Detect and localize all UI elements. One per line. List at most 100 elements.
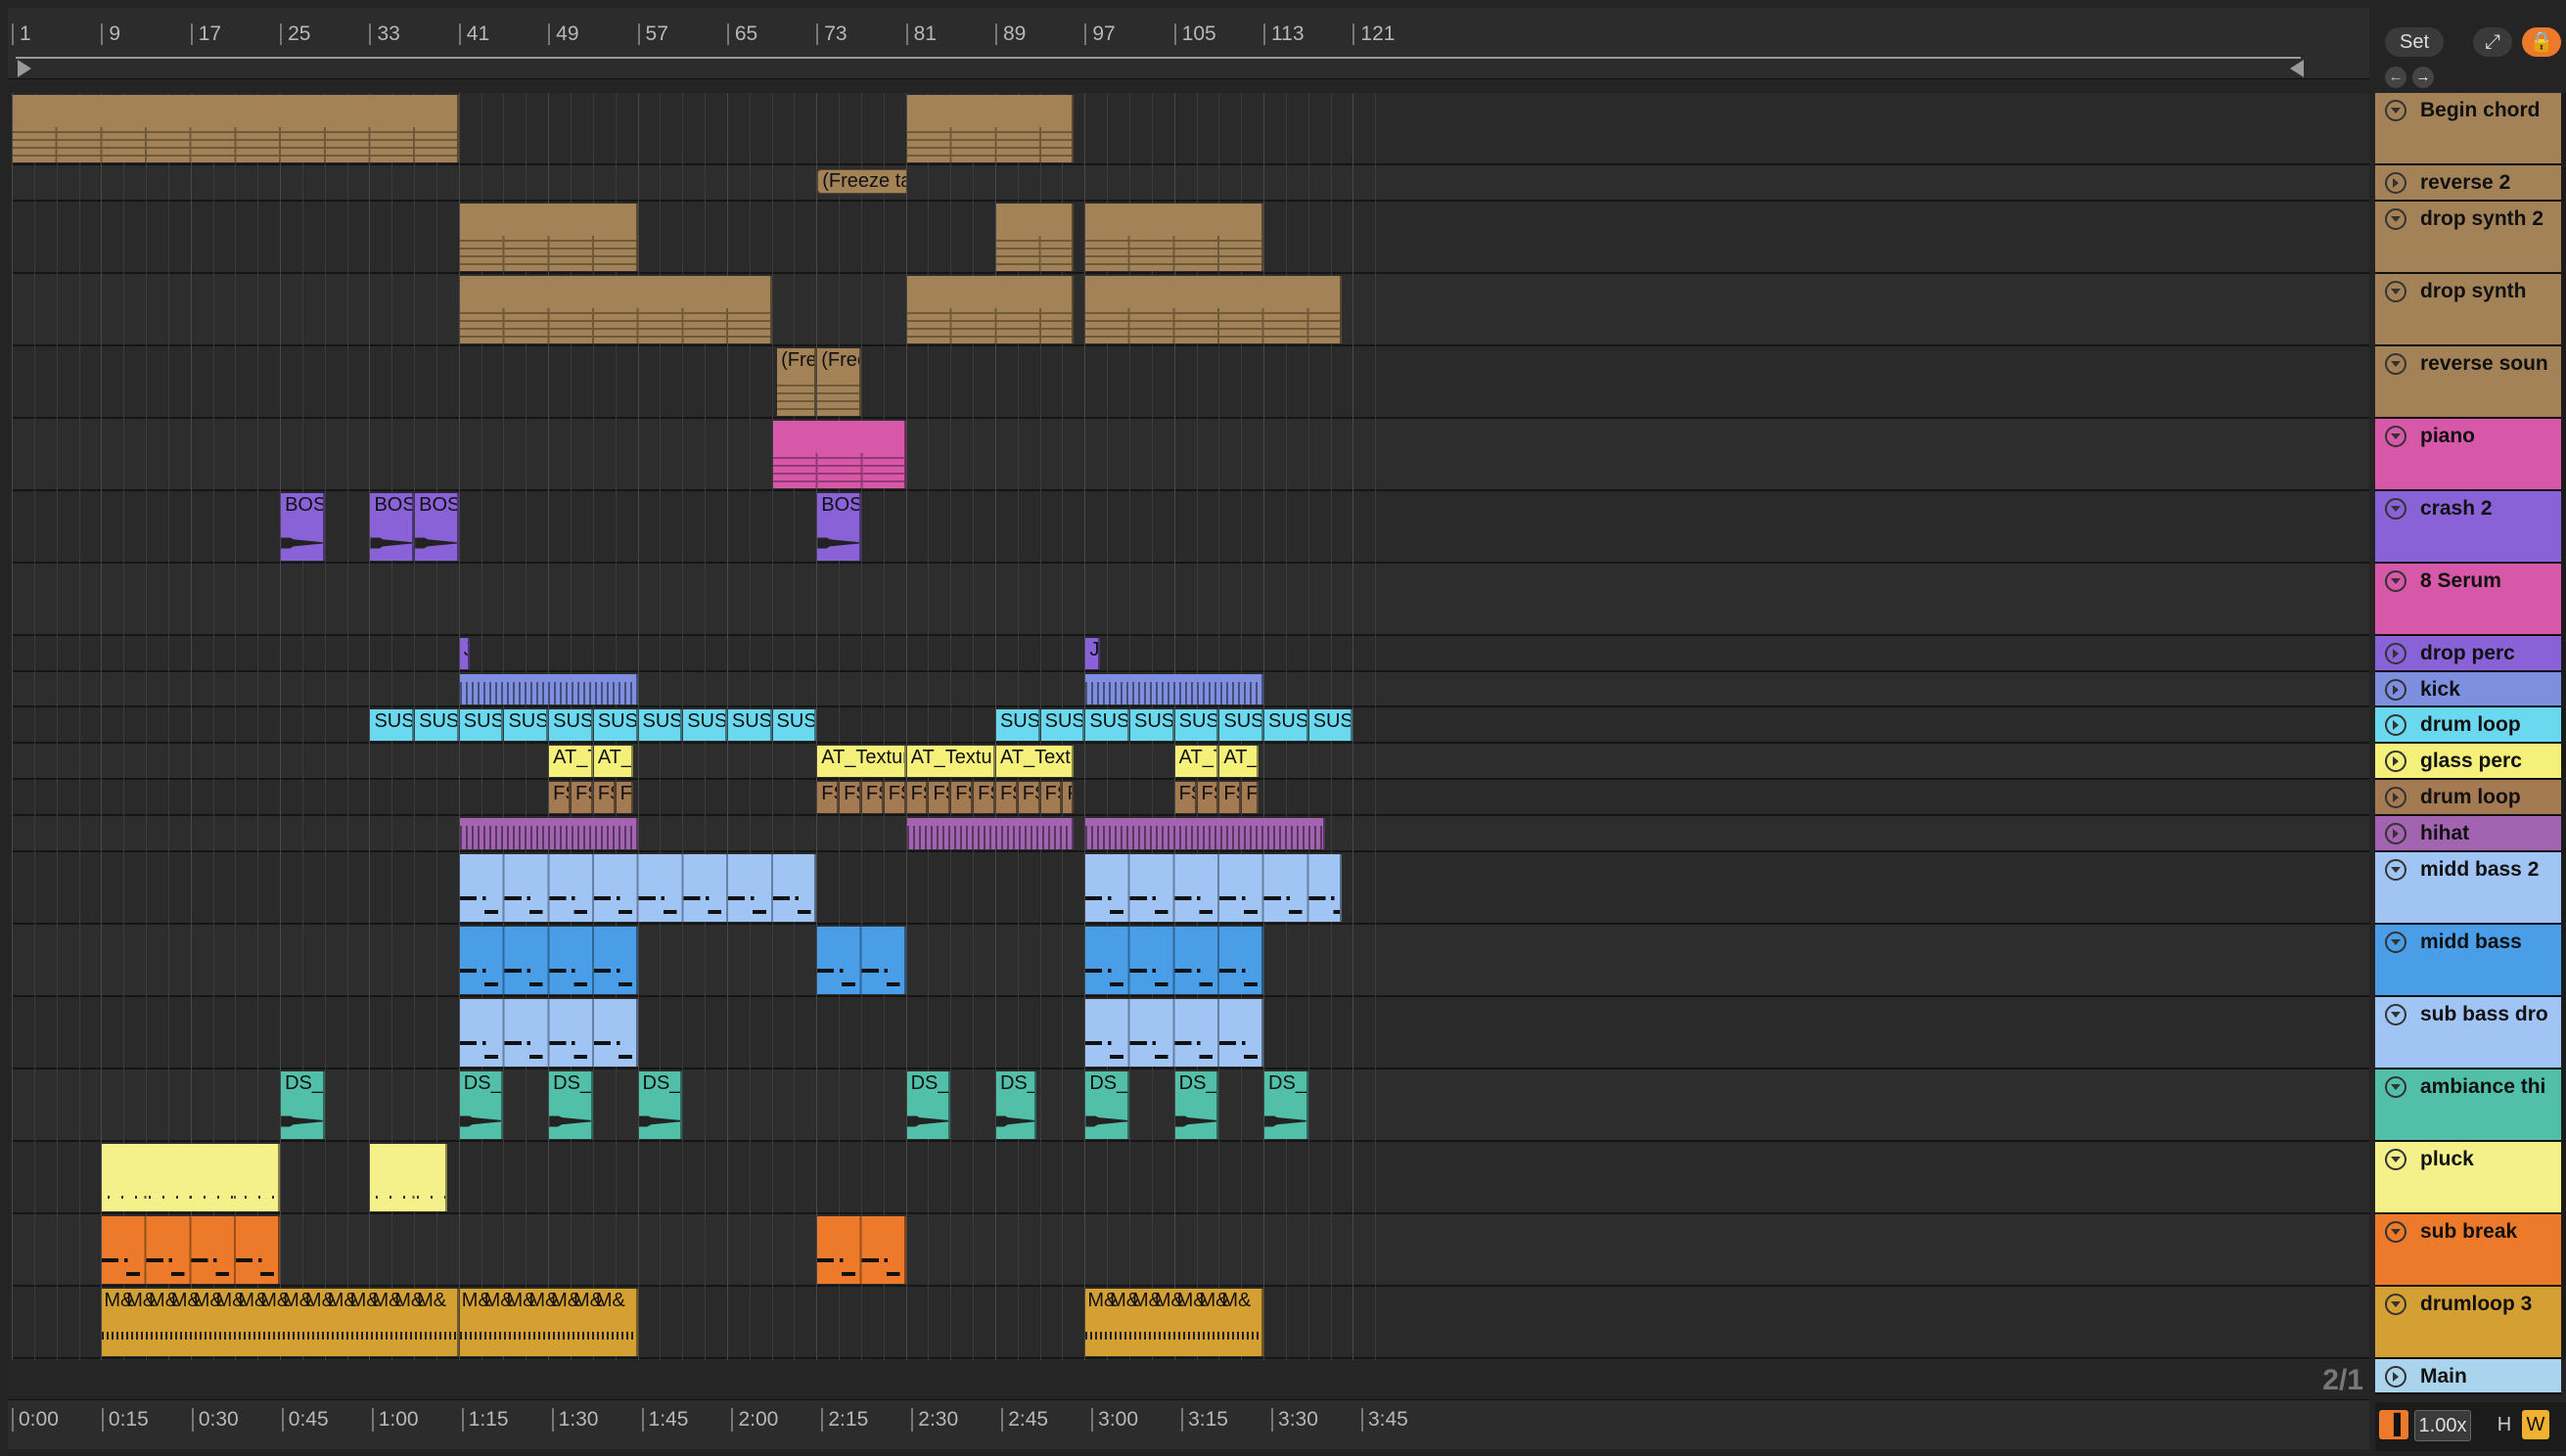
clip[interactable]: DS_VPD (281, 1070, 325, 1139)
clip[interactable]: SUSC (1219, 709, 1264, 742)
clip[interactable] (1085, 853, 1342, 922)
clip[interactable]: FSS (974, 782, 995, 813)
track-header[interactable]: midd bass 2 (2375, 851, 2561, 925)
clip[interactable]: FSS (995, 782, 1018, 813)
track-lane[interactable] (12, 418, 2369, 491)
clip[interactable]: FSS (884, 782, 906, 813)
fold-down-icon[interactable] (2385, 352, 2406, 375)
loop-start-marker-icon[interactable] (18, 60, 31, 77)
clip[interactable] (459, 275, 772, 343)
waveform-icon[interactable]: ▐ (2379, 1410, 2408, 1439)
fold-down-icon[interactable] (2385, 100, 2406, 121)
clip[interactable]: FSS (929, 782, 951, 813)
fold-down-icon[interactable] (2385, 1075, 2406, 1098)
clip[interactable] (459, 853, 817, 922)
clip[interactable] (1085, 203, 1264, 271)
track-lane[interactable] (12, 1213, 2369, 1287)
clip[interactable]: SUSC_1 (459, 709, 504, 742)
clip[interactable]: AT_Tex (593, 746, 633, 777)
loop-brace[interactable] (16, 57, 2301, 72)
clip[interactable] (459, 926, 638, 994)
fold-down-icon[interactable] (2385, 425, 2406, 447)
clip[interactable]: AT_Tex (549, 746, 593, 777)
clip[interactable]: SUSC_ (1040, 709, 1085, 742)
clip[interactable]: (Freeze tail) (817, 167, 906, 199)
clip[interactable] (459, 203, 638, 271)
clip[interactable]: J J (1085, 637, 1101, 669)
clip[interactable]: FSS (549, 782, 571, 813)
track-header[interactable]: midd bass (2375, 924, 2561, 997)
clip[interactable] (906, 275, 1074, 343)
fold-right-icon[interactable] (2385, 751, 2406, 773)
clip[interactable] (1085, 275, 1342, 343)
clip[interactable]: SUSC_ (1130, 709, 1174, 742)
overview-strip[interactable]: 2/1 (8, 1362, 2369, 1396)
clip[interactable]: M& M& M& M& M& M& M& (459, 1288, 638, 1356)
clip[interactable]: SUSC_1 (995, 709, 1040, 742)
clip[interactable]: FSS (1197, 782, 1219, 813)
track-header[interactable]: Main (2375, 1358, 2561, 1395)
clip[interactable]: AT_Text (1174, 746, 1219, 777)
clip[interactable] (459, 673, 638, 705)
clip[interactable]: SUSC_1 (1174, 709, 1219, 742)
track-lane[interactable] (12, 346, 2369, 419)
clip[interactable] (370, 1143, 448, 1211)
clip[interactable]: M& M& M& M& M& M& M& M& M& M& M& M& M& M& M& (102, 1288, 459, 1356)
clip[interactable]: AT_Textural_12 (817, 746, 906, 777)
clip[interactable] (102, 1215, 281, 1284)
arrangement-grid[interactable]: (Freeze tail)(Freez(FreezeBOS_ISIBOS_ISB… (12, 93, 2369, 1360)
track-header[interactable]: drop perc (2375, 635, 2561, 672)
clip[interactable]: FSS (861, 782, 884, 813)
clip[interactable] (1085, 998, 1264, 1067)
clip[interactable]: FSS (1219, 782, 1242, 813)
track-header[interactable]: reverse 2 (2375, 165, 2561, 202)
clip[interactable]: DS_VPD (1264, 1070, 1308, 1139)
clip[interactable]: DS_VP (995, 1070, 1037, 1139)
clip[interactable]: SUSC_1 (727, 709, 772, 742)
forward-arrow-icon[interactable]: → (2412, 67, 2434, 88)
clip[interactable]: FSS (1018, 782, 1040, 813)
clip[interactable]: J (459, 637, 471, 669)
clip[interactable]: SUSC_1 (504, 709, 549, 742)
track-header[interactable]: sub break (2375, 1213, 2561, 1287)
clip[interactable]: SUSC (593, 709, 638, 742)
fold-right-icon[interactable] (2385, 1365, 2406, 1388)
clip[interactable]: FSS (572, 782, 593, 813)
track-header[interactable]: kick (2375, 671, 2561, 708)
clip[interactable]: AT_Te (1219, 746, 1260, 777)
clip[interactable]: SUSC_1 (1085, 709, 1129, 742)
clip[interactable] (459, 998, 638, 1067)
clip[interactable]: SUSC_1 (549, 709, 593, 742)
zoom-field[interactable]: 1.00x (2414, 1410, 2471, 1441)
clip[interactable] (1085, 926, 1264, 994)
clip[interactable] (1085, 817, 1325, 849)
clip[interactable]: (Freeze (817, 347, 861, 416)
clip[interactable]: FSS (951, 782, 974, 813)
w-button[interactable]: W (2522, 1410, 2549, 1439)
fold-right-icon[interactable] (2385, 822, 2406, 844)
clip[interactable]: DS_VPD (638, 1070, 683, 1139)
fold-down-icon[interactable] (2385, 569, 2406, 592)
clip[interactable]: DS_VPD (906, 1070, 951, 1139)
clip[interactable] (459, 817, 638, 849)
set-button[interactable]: Set (2385, 27, 2444, 57)
clip[interactable] (102, 1143, 281, 1211)
track-header[interactable]: piano (2375, 418, 2561, 491)
clip[interactable]: BOS_ISI (817, 492, 861, 561)
time-ruler[interactable]: 0:00 0:15 0:30 0:45 1:00 1:15 1:30 1:45 2:00 2:15… (8, 1399, 2369, 1449)
fold-right-icon[interactable] (2385, 714, 2406, 737)
clip[interactable]: FS (1242, 782, 1260, 813)
track-header[interactable]: glass perc (2375, 744, 2561, 780)
track-header[interactable]: ambiance thi (2375, 1069, 2561, 1142)
clip[interactable]: SUSC_ (370, 709, 415, 742)
clip[interactable]: FSS (593, 782, 616, 813)
fold-right-icon[interactable] (2385, 642, 2406, 664)
fold-down-icon[interactable] (2385, 931, 2406, 953)
fold-down-icon[interactable] (2385, 497, 2406, 520)
fold-right-icon[interactable] (2385, 787, 2406, 808)
clip[interactable]: DS_VPD (1174, 1070, 1219, 1139)
fold-down-icon[interactable] (2385, 1220, 2406, 1243)
clip[interactable]: SUSC_1 (772, 709, 817, 742)
clip[interactable]: SUSC_ (415, 709, 459, 742)
clip[interactable] (906, 817, 1074, 849)
